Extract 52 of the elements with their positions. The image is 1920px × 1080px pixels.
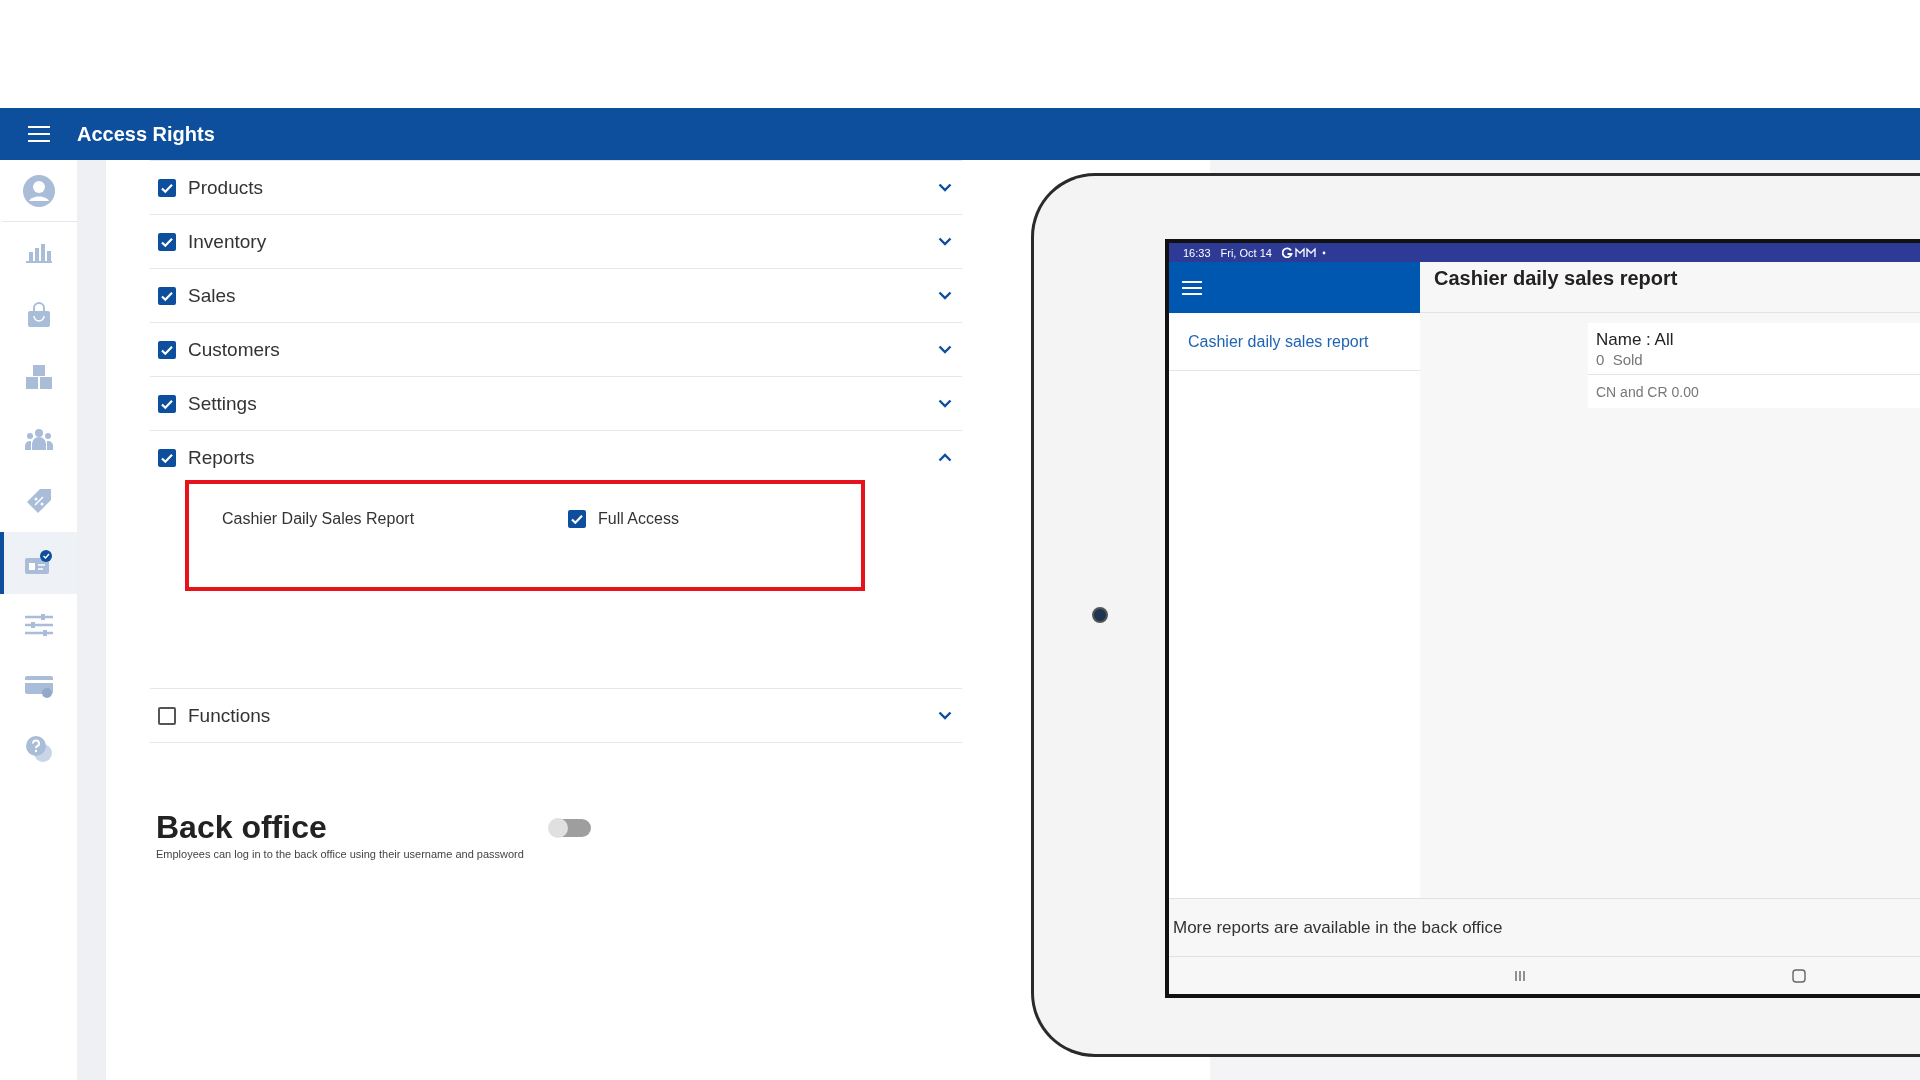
id-card-icon: [24, 550, 53, 576]
status-date: Fri, Oct 14: [1220, 246, 1272, 259]
sold-count: 0 Sold: [1595, 350, 1644, 370]
help-icon: [24, 735, 53, 763]
checkbox[interactable]: [158, 340, 176, 359]
checkbox[interactable]: [158, 394, 176, 413]
cn-cr-total: CN and CR 0.00: [1588, 374, 1920, 408]
toggle-switch[interactable]: [549, 818, 591, 837]
checkbox[interactable]: [158, 178, 176, 197]
permission-label: Sales: [188, 284, 237, 307]
camera-lens: [1091, 607, 1108, 623]
checkbox[interactable]: [568, 510, 586, 528]
report-menu-item[interactable]: Cashier daily sales report: [1169, 313, 1420, 371]
checkbox[interactable]: [158, 706, 176, 725]
menu-icon[interactable]: [27, 125, 50, 143]
permission-label: Functions: [188, 704, 272, 727]
expand-chevron-icon[interactable]: [938, 711, 952, 720]
status-time: 16:33: [1183, 246, 1211, 259]
page-title: Access Rights: [77, 122, 215, 146]
sidebar-item[interactable]: [0, 532, 77, 594]
permission-label: Settings: [188, 392, 258, 415]
expand-chevron-icon[interactable]: [938, 183, 952, 192]
recent-apps-icon[interactable]: [1514, 969, 1526, 982]
permission-label: Products: [188, 176, 264, 199]
collapse-chevron-icon[interactable]: [938, 453, 952, 462]
checkbox[interactable]: [158, 286, 176, 305]
permission-label: Reports: [188, 446, 256, 469]
sliders-icon: [24, 614, 53, 636]
expand-chevron-icon[interactable]: [938, 399, 952, 408]
report-title: Cashier daily sales report: [1434, 267, 1678, 290]
footer-note: More reports are available in the back office: [1173, 917, 1503, 938]
section-description: Employees can log in to the back office using their username and password: [156, 848, 525, 860]
cashier-name: Name : All: [1595, 329, 1675, 350]
checkbox[interactable]: [158, 232, 176, 251]
access-label: Full Access: [598, 510, 679, 528]
bar-chart-icon: [25, 243, 52, 263]
expand-chevron-icon[interactable]: [938, 237, 952, 246]
expand-chevron-icon[interactable]: [938, 291, 952, 300]
permission-label: Inventory: [188, 230, 268, 253]
checkbox[interactable]: [158, 448, 176, 467]
profile-icon: [21, 173, 56, 208]
home-icon[interactable]: [1792, 968, 1806, 983]
section-title: Back office: [156, 809, 328, 846]
report-name: Cashier Daily Sales Report: [221, 510, 416, 528]
credit-card-icon: [24, 676, 53, 698]
discount-tag-icon: [25, 488, 52, 514]
expand-chevron-icon[interactable]: [938, 345, 952, 354]
shopping-bag-icon: [25, 302, 52, 328]
boxes-icon: [25, 365, 52, 389]
permission-label: Customers: [188, 338, 281, 361]
menu-icon[interactable]: [1182, 280, 1202, 295]
people-icon: [24, 428, 53, 450]
